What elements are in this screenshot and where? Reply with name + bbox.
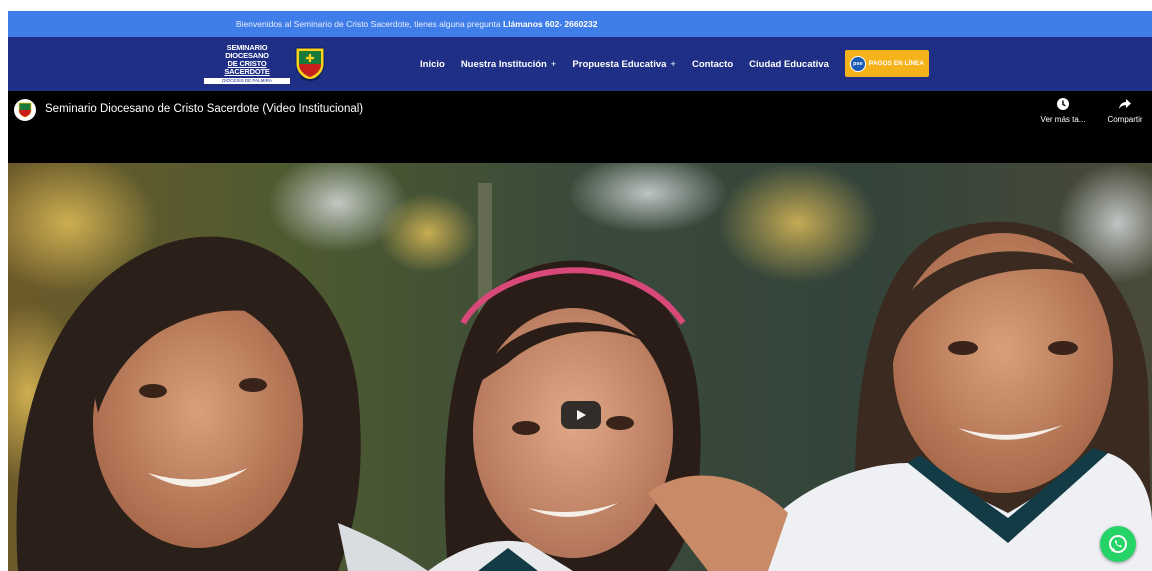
nav-label: Propuesta Educativa: [572, 58, 667, 70]
nav-item-nuestra-institucion[interactable]: Nuestra Institución +: [461, 59, 557, 70]
nav-item-contacto[interactable]: Contacto: [692, 59, 733, 70]
page: Bienvenidos al Seminario de Cristo Sacer…: [0, 0, 1152, 571]
nav-label: Ciudad Educativa: [749, 58, 829, 70]
thumbnail-image: [8, 163, 1152, 571]
video-header: Seminario Diocesano de Cristo Sacerdote …: [8, 91, 1152, 163]
main-navbar: SEMINARIO DIOCESANO DE CRISTO SACERDOTE …: [8, 37, 1152, 91]
phone-number[interactable]: Llámanos 602- 2660232: [503, 19, 598, 29]
online-payments-button[interactable]: pse PAGOS EN LÍNEA: [845, 50, 929, 77]
submenu-plus-icon: +: [550, 58, 557, 70]
nav-label: Contacto: [691, 58, 734, 70]
share-arrow-icon: [1119, 99, 1131, 109]
announcement-message: Bienvenidos al Seminario de Cristo Sacer…: [236, 19, 503, 29]
channel-shield-icon: [18, 102, 32, 118]
logo-line-3: DIÓCESIS DE PALMIRA: [204, 78, 290, 84]
logo-line-1: SEMINARIO DIOCESANO: [225, 43, 269, 60]
announcement-bar: Bienvenidos al Seminario de Cristo Sacer…: [8, 11, 1152, 37]
share-button[interactable]: Compartir: [1098, 97, 1152, 124]
logo-text: SEMINARIO DIOCESANO DE CRISTO SACERDOTE …: [204, 44, 290, 84]
nav-label: Inicio: [420, 58, 445, 70]
share-label: Compartir: [1107, 115, 1143, 124]
pse-logo-icon: pse: [849, 55, 866, 72]
nav-menu: Inicio Nuestra Institución + Propuesta Ed…: [420, 37, 845, 91]
channel-avatar[interactable]: [14, 99, 36, 121]
clock-icon: [1057, 98, 1069, 110]
online-payments-label: PAGOS EN LÍNEA: [868, 60, 925, 67]
submenu-plus-icon: +: [670, 58, 676, 70]
video-player[interactable]: Seminario Diocesano de Cristo Sacerdote …: [8, 91, 1152, 571]
nav-item-propuesta-educativa[interactable]: Propuesta Educativa +: [572, 59, 676, 70]
nav-label: Nuestra Institución: [460, 58, 547, 70]
nav-item-inicio[interactable]: Inicio: [420, 59, 445, 70]
video-thumbnail[interactable]: [8, 163, 1152, 571]
nav-item-ciudad-educativa[interactable]: Ciudad Educativa: [749, 59, 829, 70]
school-shield-icon: [295, 47, 325, 82]
play-icon: [577, 410, 586, 420]
whatsapp-icon: [1109, 535, 1127, 553]
play-button[interactable]: [561, 401, 601, 429]
video-title[interactable]: Seminario Diocesano de Cristo Sacerdote …: [45, 103, 363, 115]
watch-later-button[interactable]: Ver más ta...: [1036, 97, 1090, 124]
watch-later-label: Ver más ta...: [1040, 115, 1086, 124]
announcement-text: Bienvenidos al Seminario de Cristo Sacer…: [236, 19, 598, 29]
logo-line-2: DE CRISTO SACERDOTE: [224, 59, 270, 76]
site-logo[interactable]: SEMINARIO DIOCESANO DE CRISTO SACERDOTE …: [204, 44, 334, 84]
whatsapp-button[interactable]: [1100, 526, 1136, 562]
